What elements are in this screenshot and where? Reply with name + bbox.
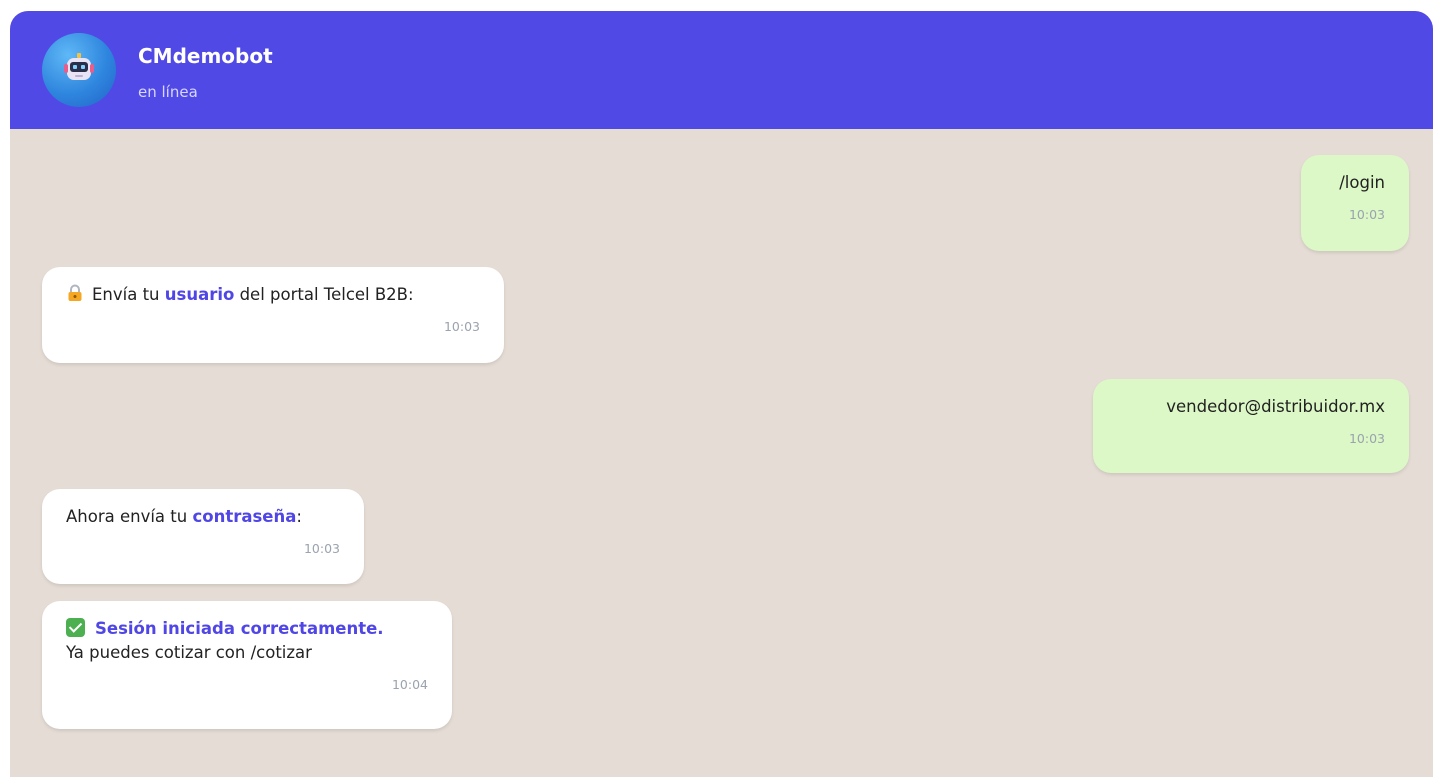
message-text: vendedor@distribuidor.mx xyxy=(1166,397,1385,416)
message-text-part: Ahora envía tu xyxy=(66,507,193,526)
message-time: 10:03 xyxy=(443,319,480,334)
message-headline: Sesión iniciada correctamente. xyxy=(66,617,428,641)
bot-status: en línea xyxy=(138,83,198,101)
bot-name: CMdemobot xyxy=(138,44,273,68)
message-bubble-bot: Envía tu usuario del portal Telcel B2B: … xyxy=(42,267,504,363)
message-time: 10:03 xyxy=(1348,207,1385,222)
message-text: /login xyxy=(1339,173,1385,192)
message-text-part: del portal Telcel B2B: xyxy=(234,285,414,304)
message-text: Ya puedes cotizar con /cotizar xyxy=(66,643,312,662)
checkmark-icon xyxy=(66,618,85,637)
message-text: Ahora envía tu contraseña: xyxy=(66,505,340,529)
message-bubble-bot: Sesión iniciada correctamente. Ya puedes… xyxy=(42,601,452,729)
message-time: 10:03 xyxy=(303,541,340,556)
message-time: 10:03 xyxy=(1348,431,1385,446)
message-text: Envía tu usuario del portal Telcel B2B: xyxy=(66,283,480,307)
message-bubble-bot: Ahora envía tu contraseña: 10:03 xyxy=(42,489,364,584)
message-text-part: : xyxy=(296,507,302,526)
chat-window: CMdemobot en línea /login 10:03 Envía tu… xyxy=(10,11,1433,777)
bot-avatar[interactable] xyxy=(42,33,116,107)
message-time: 10:04 xyxy=(391,677,428,692)
lock-icon xyxy=(66,284,84,302)
message-text-highlight: usuario xyxy=(164,285,235,304)
robot-icon xyxy=(62,51,96,89)
message-text-highlight: contraseña xyxy=(192,507,297,526)
message-bubble-user: /login 10:03 xyxy=(1301,155,1409,251)
message-text-part: Envía tu xyxy=(92,285,165,304)
message-text-highlight: Sesión iniciada correctamente. xyxy=(95,619,384,638)
chat-header: CMdemobot en línea xyxy=(10,11,1433,129)
message-bubble-user: vendedor@distribuidor.mx 10:03 xyxy=(1093,379,1409,473)
